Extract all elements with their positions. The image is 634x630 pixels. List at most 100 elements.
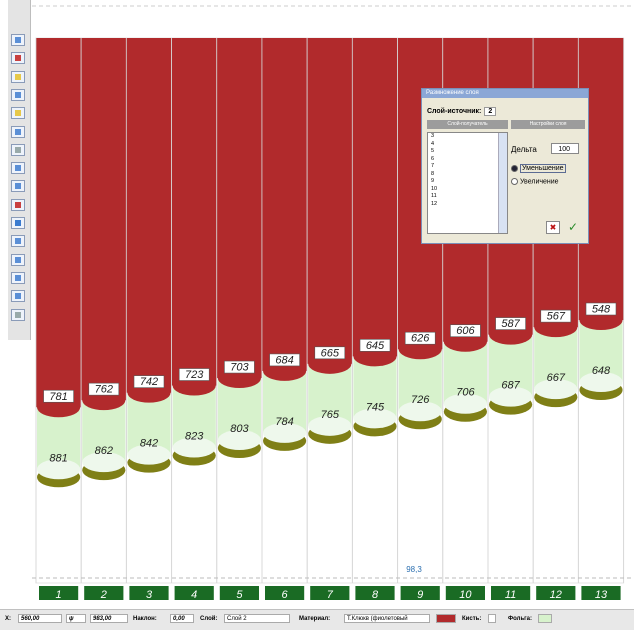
left-toolbar <box>8 0 31 340</box>
category-label: 13 <box>595 589 608 600</box>
dialog-title: Размножение слоя <box>422 89 588 98</box>
select-icon <box>15 91 21 98</box>
text-icon <box>15 146 21 153</box>
material-swatch[interactable] <box>436 614 456 623</box>
list-item[interactable]: 5 <box>428 148 507 156</box>
y-icon[interactable]: ψ <box>66 614 86 623</box>
layer-duplicate-dialog: Размножение слоя Слой-источник: 2 Слой-по… <box>421 88 589 244</box>
radio-increase[interactable]: Увеличение <box>511 178 559 185</box>
toolbar-button-line[interactable] <box>11 107 25 120</box>
radio-increase-label: Увеличение <box>520 178 559 186</box>
list-item[interactable]: 8 <box>428 171 507 179</box>
category-label: 7 <box>327 589 334 600</box>
source-layer-label: Слой-источник: 2 <box>427 107 497 116</box>
toolbar-button-text[interactable] <box>11 143 25 156</box>
delta-input[interactable]: 100 <box>551 143 579 154</box>
top-value-label: 626 <box>411 333 430 345</box>
category-label: 10 <box>459 589 472 600</box>
check-icon: ✓ <box>568 220 579 234</box>
toolbar-button-fill[interactable] <box>11 70 25 83</box>
top-value-label: 665 <box>321 347 340 359</box>
refresh-icon <box>15 220 21 226</box>
radio-decrease[interactable]: Уменьшение <box>511 164 566 174</box>
toolbar-button-zoom[interactable] <box>11 162 25 175</box>
bottom-value-label: 823 <box>185 431 204 443</box>
bottom-value-label: 687 <box>501 380 520 392</box>
brush-swatch[interactable] <box>488 614 496 623</box>
toolbar-button-move[interactable] <box>11 180 25 193</box>
toolbar-button-rect[interactable] <box>11 125 25 138</box>
target-layer-list[interactable]: 3 4 5 6 7 8 9 10 11 12 <box>427 132 508 234</box>
bottom-value-label: 745 <box>366 401 385 413</box>
source-layer-text: Слой-источник: <box>427 108 482 115</box>
list-scrollbar[interactable] <box>498 133 507 233</box>
column-red-fill <box>216 38 262 379</box>
status-bar: X: 560,00 ψ 983,00 Наклон: 0,00 Слой: Сл… <box>0 609 634 630</box>
top-value-label: 606 <box>456 325 475 337</box>
top-value-label: 684 <box>275 354 293 366</box>
tab-target-layer[interactable]: Слой-получатель <box>427 120 508 129</box>
list-item[interactable]: 7 <box>428 163 507 171</box>
category-label: 12 <box>550 589 562 600</box>
list-item[interactable]: 6 <box>428 156 507 164</box>
bottom-value-label: 765 <box>321 409 340 421</box>
bottom-value-label: 862 <box>95 445 113 457</box>
background-label: Фольга: <box>508 616 532 622</box>
list-item[interactable]: 4 <box>428 141 507 149</box>
settings-icon <box>15 311 21 318</box>
list-item[interactable]: 11 <box>428 193 507 201</box>
list-item[interactable]: 10 <box>428 186 507 194</box>
toolbar-button-align[interactable] <box>11 253 25 266</box>
top-value-label: 548 <box>592 304 611 316</box>
list-item[interactable]: 3 <box>428 133 507 141</box>
toolbar-button-select[interactable] <box>11 88 25 101</box>
category-label: 5 <box>236 589 243 600</box>
bottom-value-label: 842 <box>140 438 158 450</box>
toolbar-button-layer[interactable] <box>11 235 25 248</box>
category-label: 11 <box>505 589 516 600</box>
radio-dot-off <box>511 178 518 185</box>
bottom-value-label: 648 <box>592 365 611 377</box>
top-value-label: 762 <box>95 384 113 396</box>
bottom-value-label: 706 <box>456 387 475 399</box>
line-icon <box>15 110 21 117</box>
top-value-label: 587 <box>501 318 520 330</box>
toolbar-button-delete[interactable] <box>11 198 25 211</box>
radio-decrease-label: Уменьшение <box>520 164 566 174</box>
tab-layer-settings[interactable]: Настройки слоя <box>511 120 585 129</box>
category-label: 3 <box>146 589 153 600</box>
toolbar-button-grid[interactable] <box>11 290 25 303</box>
category-label: 4 <box>191 589 197 600</box>
bottom-value-label: 667 <box>547 372 566 384</box>
step-label: Наклон: <box>133 616 157 622</box>
bottom-value-label: 881 <box>49 452 67 464</box>
source-layer-value[interactable]: 2 <box>484 107 497 116</box>
ok-button[interactable]: ✓ <box>568 220 578 234</box>
category-label: 9 <box>417 589 423 600</box>
delta-label: Дельта <box>511 145 537 154</box>
toolbar-button-pencil[interactable] <box>11 34 25 46</box>
grid-icon <box>15 293 21 300</box>
list-item[interactable]: 12 <box>428 201 507 209</box>
top-value-label: 645 <box>366 340 385 352</box>
brush-label: Кисть: <box>462 616 482 622</box>
x-label: X: <box>5 616 11 622</box>
material-field[interactable]: Т.Клюкв (фиолетовый <box>344 614 430 623</box>
rect-icon <box>15 128 21 135</box>
toolbar-button-settings[interactable] <box>11 308 25 321</box>
delete-icon <box>15 201 21 208</box>
top-value-label: 567 <box>547 311 566 323</box>
column-red-fill <box>171 38 217 386</box>
list-item[interactable]: 9 <box>428 178 507 186</box>
toolbar-button-eraser[interactable] <box>11 52 25 65</box>
column-red-fill <box>262 38 308 371</box>
cancel-button[interactable]: ✖ <box>546 221 560 234</box>
toolbar-button-step[interactable] <box>11 271 25 284</box>
background-swatch[interactable] <box>538 614 552 623</box>
toolbar-button-refresh[interactable] <box>11 217 25 229</box>
category-label: 6 <box>282 589 289 600</box>
layer-icon <box>15 238 21 245</box>
layer-field[interactable]: Слой 2 <box>224 614 290 623</box>
x-value: 560,00 <box>18 614 62 623</box>
bottom-value-label: 726 <box>411 394 430 406</box>
